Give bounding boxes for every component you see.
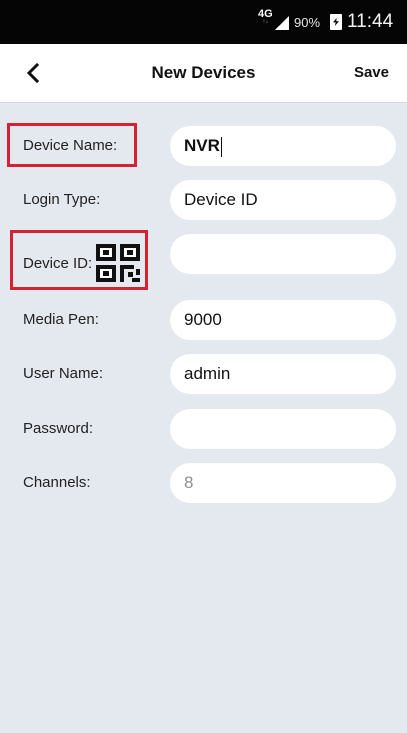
login-type-field[interactable]: Device ID	[170, 180, 396, 220]
page-title: New Devices	[151, 63, 256, 82]
login-type-row: Login Type: Device ID	[0, 176, 407, 224]
password-label: Password:	[23, 420, 94, 437]
chevron-left-icon[interactable]	[22, 61, 46, 85]
channels-value: 8	[184, 473, 194, 492]
clock: 11:44	[347, 11, 394, 32]
user-name-value: admin	[184, 364, 231, 383]
user-name-label: User Name:	[23, 365, 104, 382]
media-port-label: Media Pen:	[23, 311, 99, 328]
device-name-highlight	[7, 123, 137, 167]
network-indicator: 4G ↑↓	[258, 9, 273, 26]
status-bar: 4G ↑↓ 90% 11:44	[0, 0, 407, 44]
device-id-highlight	[10, 230, 148, 290]
media-port-row: Media Pen: 9000	[0, 296, 407, 344]
user-name-field[interactable]: admin	[170, 354, 396, 394]
signal-icon	[275, 16, 289, 30]
battery-charging-icon	[330, 14, 342, 30]
channels-label: Channels:	[23, 474, 91, 491]
password-row: Password:	[0, 405, 407, 453]
text-cursor	[220, 136, 223, 157]
media-port-field[interactable]: 9000	[170, 300, 396, 340]
device-id-field[interactable]	[170, 234, 396, 274]
device-name-value: NVR	[184, 136, 220, 155]
channels-row: Channels: 8	[0, 459, 407, 507]
media-port-value: 9000	[184, 310, 222, 329]
login-type-label: Login Type:	[23, 191, 101, 208]
app-header: New Devices Save	[0, 44, 407, 103]
device-name-field[interactable]: NVR	[170, 126, 396, 166]
channels-field[interactable]: 8	[170, 463, 396, 503]
login-type-value: Device ID	[184, 190, 258, 209]
password-field[interactable]	[170, 409, 396, 449]
user-name-row: User Name: admin	[0, 350, 407, 398]
save-button[interactable]: Save	[354, 64, 389, 81]
battery-percent: 90%	[294, 15, 321, 30]
